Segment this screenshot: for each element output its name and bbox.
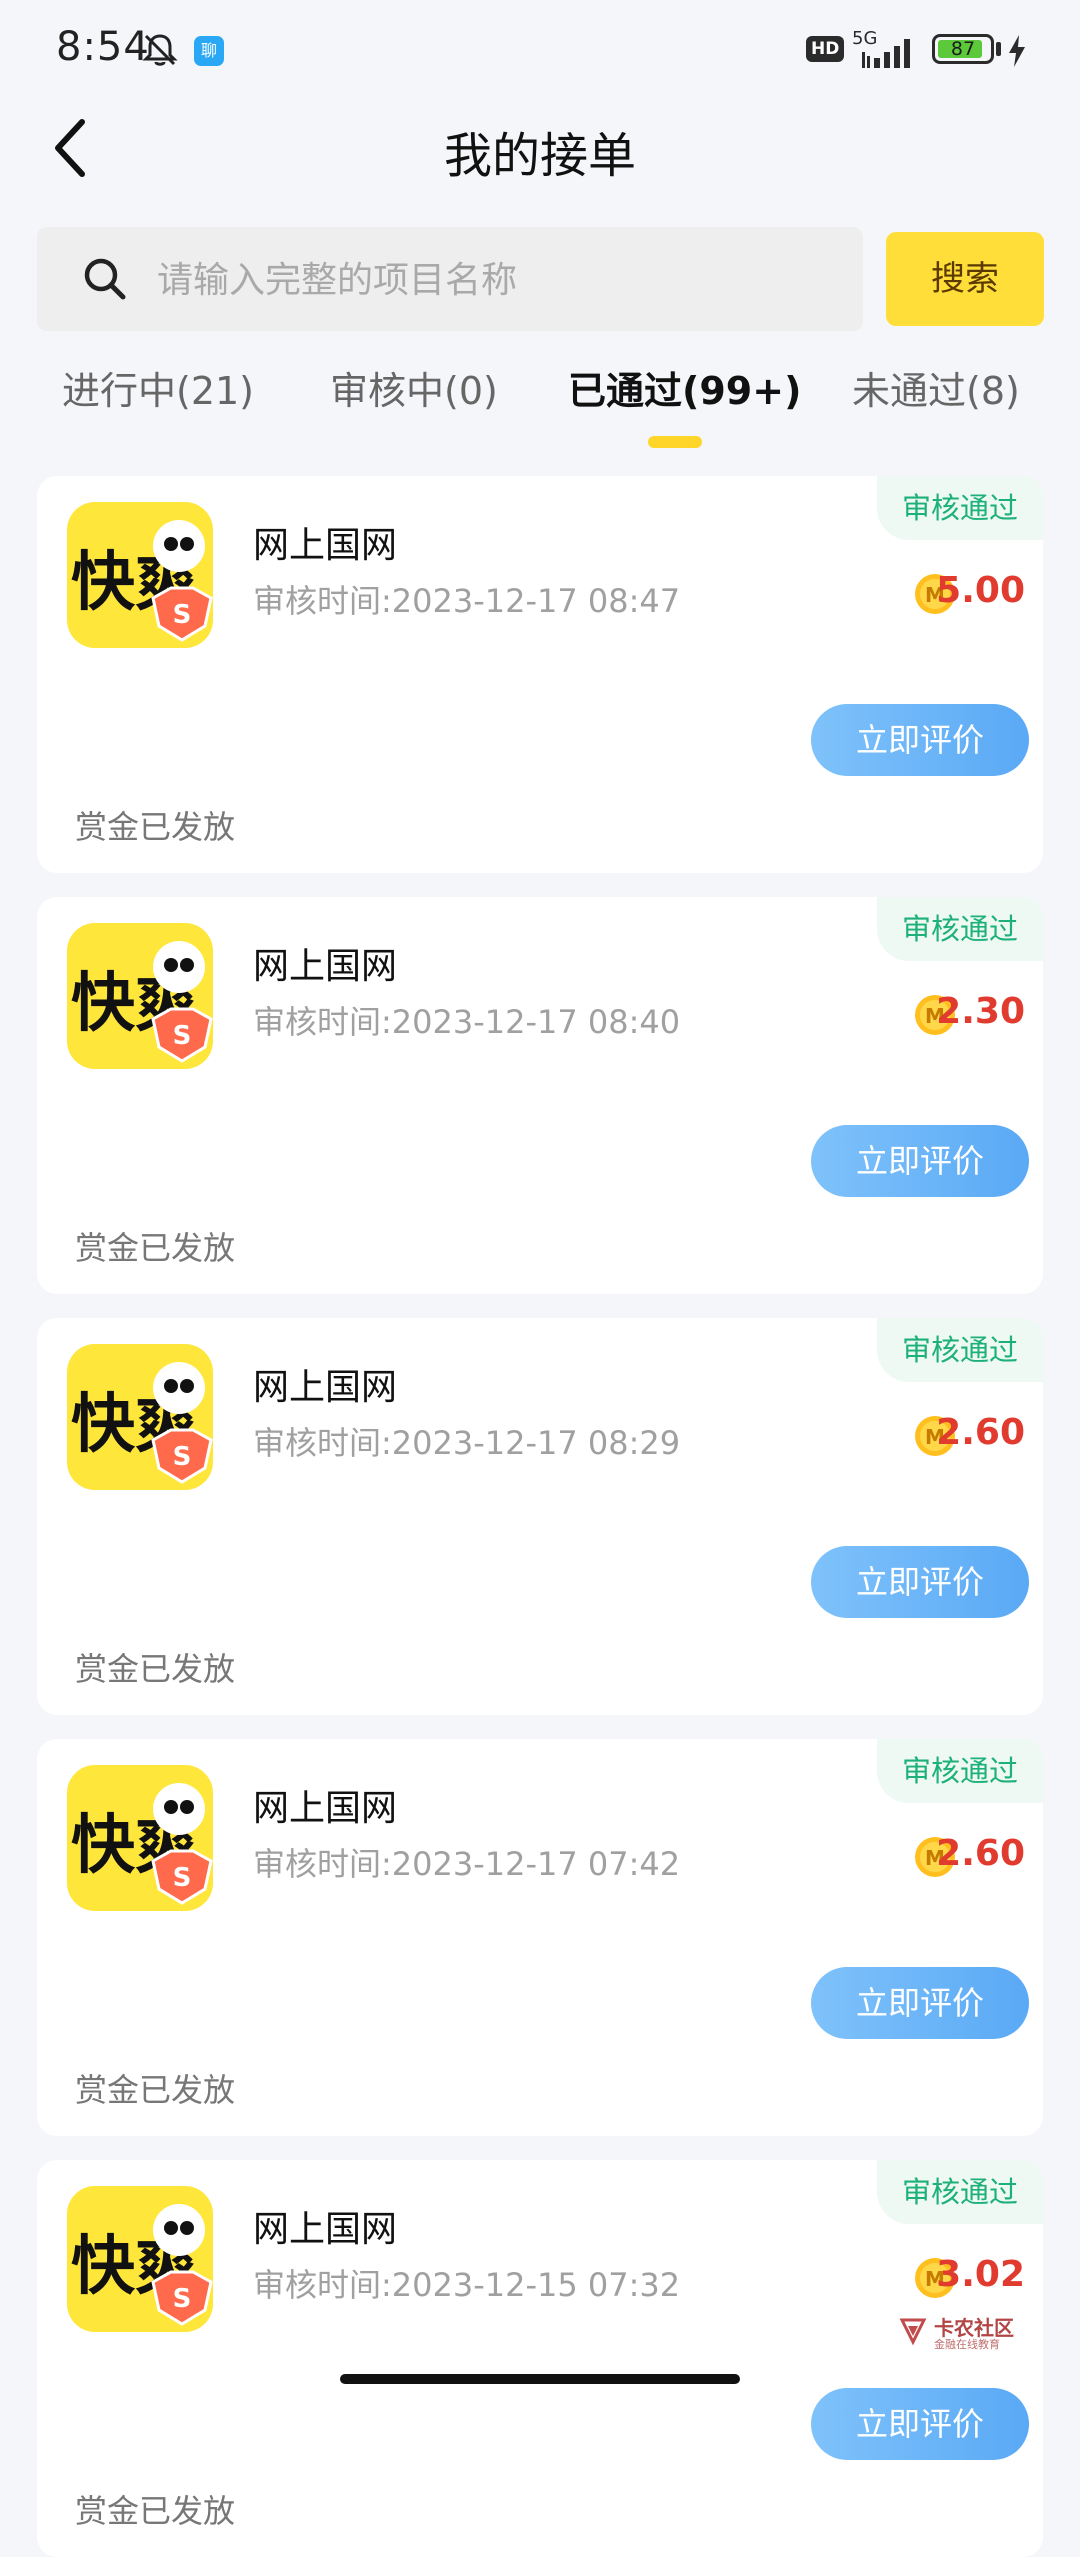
search-icon	[84, 258, 126, 300]
status-tabs: 进行中(21) 审核中(0) 已通过(99+) 未通过(8)	[0, 360, 1080, 460]
rate-now-button[interactable]: 立即评价	[811, 1967, 1029, 2039]
reward-paid-text: 赏金已发放	[75, 2492, 236, 2530]
review-time: 审核时间:2023-12-17 08:40	[253, 1003, 681, 1041]
kuaishuang-app-icon: 快爽 S	[67, 2186, 213, 2332]
tab-approved[interactable]: 已通过(99+)	[568, 360, 801, 415]
battery-nub	[996, 42, 1001, 56]
task-card[interactable]: 审核通过 快爽 S 网上国网 审核时间:2023-12-17 08:40 M 2…	[37, 897, 1043, 1294]
page-title: 我的接单	[443, 128, 636, 184]
task-card[interactable]: 审核通过 快爽 S 网上国网 审核时间:2023-12-17 08:47 M 5…	[37, 476, 1043, 873]
rate-now-button[interactable]: 立即评价	[811, 1125, 1029, 1197]
reward-amount: 2.30	[936, 991, 1025, 1032]
watermark-logo-icon	[899, 2318, 927, 2346]
battery-icon: 87	[932, 34, 994, 64]
kuaishuang-app-icon: 快爽 S	[67, 923, 213, 1069]
search-input[interactable]	[155, 227, 839, 333]
task-card[interactable]: 审核通过 快爽 S 网上国网 审核时间:2023-12-15 07:32 M 3…	[37, 2160, 1043, 2557]
app-icon-badge: S	[173, 1863, 192, 1893]
search-bar[interactable]	[37, 227, 863, 333]
status-tag: 审核通过	[877, 897, 1043, 961]
reward-paid-text: 赏金已发放	[75, 1650, 236, 1688]
reward-paid-text: 赏金已发放	[75, 2071, 236, 2109]
reward-paid-text: 赏金已发放	[75, 1229, 236, 1267]
charging-bolt-icon	[1009, 35, 1025, 67]
status-tag: 审核通过	[877, 2160, 1043, 2224]
status-tag: 审核通过	[877, 476, 1043, 540]
rate-now-button[interactable]: 立即评价	[811, 704, 1029, 776]
tab-rejected[interactable]: 未通过(8)	[852, 360, 1020, 415]
task-title: 网上国网	[253, 946, 398, 987]
task-title: 网上国网	[253, 525, 398, 566]
review-time: 审核时间:2023-12-17 07:42	[253, 1845, 681, 1883]
status-time: 8:54	[56, 24, 150, 70]
app-icon-badge: S	[173, 1442, 192, 1472]
tab-under-review[interactable]: 审核中(0)	[330, 360, 498, 415]
hd-icon: HD	[806, 36, 845, 62]
signal-icon	[862, 39, 910, 68]
reward-paid-text: 赏金已发放	[75, 808, 236, 846]
task-title: 网上国网	[253, 1788, 398, 1829]
task-title: 网上国网	[253, 1367, 398, 1408]
watermark: 卡农社区 金融在线教育	[898, 2312, 1028, 2352]
kuaishuang-app-icon: 快爽 S	[67, 1344, 213, 1490]
bell-muted-icon	[142, 34, 178, 66]
reward-amount: 5.00	[936, 570, 1025, 611]
review-time: 审核时间:2023-12-17 08:47	[253, 582, 681, 620]
tab-in-progress[interactable]: 进行中(21)	[62, 360, 254, 415]
task-title: 网上国网	[253, 2209, 398, 2250]
rate-now-button[interactable]: 立即评价	[811, 2388, 1029, 2460]
watermark-subtext: 金融在线教育	[934, 2338, 1000, 2351]
home-indicator[interactable]	[340, 2374, 740, 2384]
rate-now-button[interactable]: 立即评价	[811, 1546, 1029, 1618]
app-icon-badge: S	[173, 1021, 192, 1051]
active-tab-indicator	[648, 436, 702, 448]
search-button[interactable]: 搜索	[886, 232, 1044, 326]
review-time: 审核时间:2023-12-15 07:32	[253, 2266, 681, 2304]
review-time: 审核时间:2023-12-17 08:29	[253, 1424, 681, 1462]
status-tag: 审核通过	[877, 1739, 1043, 1803]
kuaishuang-app-icon: 快爽 S	[67, 502, 213, 648]
kuaishuang-app-icon: 快爽 S	[67, 1765, 213, 1911]
task-card[interactable]: 审核通过 快爽 S 网上国网 审核时间:2023-12-17 08:29 M 2…	[37, 1318, 1043, 1715]
reward-amount: 3.02	[936, 2254, 1025, 2295]
battery-level: 87	[950, 38, 976, 60]
notification-app-icon: 聊	[194, 36, 224, 66]
reward-amount: 2.60	[936, 1833, 1025, 1874]
status-tag: 审核通过	[877, 1318, 1043, 1382]
app-icon-badge: S	[173, 600, 192, 630]
app-icon-badge: S	[173, 2284, 192, 2314]
status-bar: 8:54 聊 HD 5G 87	[0, 0, 1080, 100]
task-card[interactable]: 审核通过 快爽 S 网上国网 审核时间:2023-12-17 07:42 M 2…	[37, 1739, 1043, 2136]
reward-amount: 2.60	[936, 1412, 1025, 1453]
